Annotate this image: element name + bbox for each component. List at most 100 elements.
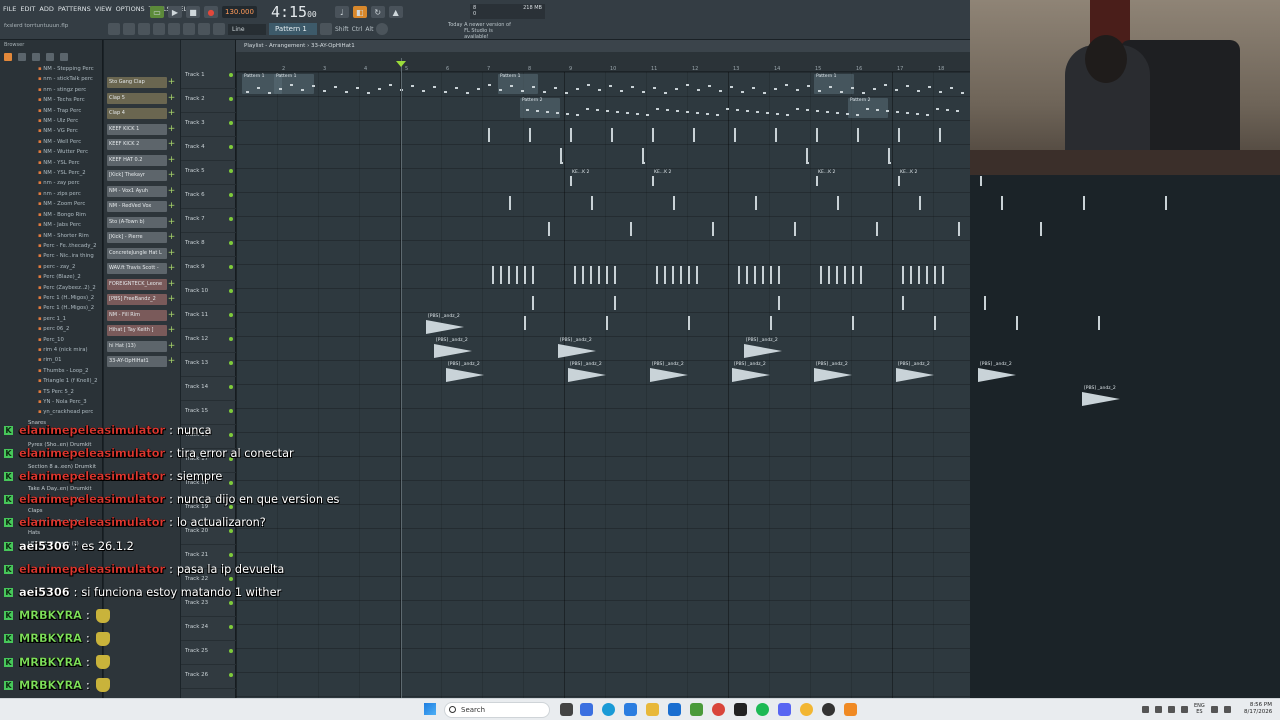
browser-file-item[interactable]: nm - zips perc: [38, 189, 102, 199]
browser-file-item[interactable]: Perc - Nic..ira thing: [38, 251, 102, 261]
track-header[interactable]: Track 9: [181, 257, 236, 281]
browser-file-item[interactable]: YN - Nola Perc_3: [38, 397, 102, 407]
browser-file-item[interactable]: nm - zay perc: [38, 178, 102, 188]
channel-name[interactable]: hi Hat (13): [107, 340, 167, 352]
playlist-clip[interactable]: KE...K 2: [652, 170, 674, 190]
browser-file-item[interactable]: Perc (Zaybeez..2)_2: [38, 283, 102, 293]
track-mute-icon[interactable]: [229, 289, 233, 293]
update-notice[interactable]: Today A newer version of FL Studio is av…: [448, 22, 516, 40]
channel-row[interactable]: [PBS] FreeBandz_2 +: [107, 294, 177, 305]
playlist-clip[interactable]: KE...K 2: [898, 170, 920, 190]
mic-icon[interactable]: [1168, 705, 1175, 713]
browser-file-item[interactable]: NM - Shorter Rim: [38, 231, 102, 241]
browser-file-item[interactable]: perc 1_1: [38, 314, 102, 324]
browser-file-item[interactable]: Thumbs - Loop_2: [38, 366, 102, 376]
capcut-icon[interactable]: [734, 703, 747, 716]
shift-key[interactable]: Shift: [335, 26, 349, 33]
channel-name[interactable]: 33-AY-OpHiHat1: [107, 356, 167, 367]
channel-add-icon[interactable]: +: [167, 294, 176, 305]
channel-row[interactable]: ConcreteJungle Hat L +: [107, 247, 177, 259]
track-header[interactable]: Track 1: [181, 65, 236, 89]
alt-key[interactable]: Alt: [365, 26, 373, 33]
browser-icon[interactable]: [108, 23, 120, 35]
loop-record-icon[interactable]: ↻: [370, 6, 385, 18]
pattern-select[interactable]: Pattern 1: [269, 23, 317, 35]
channel-row[interactable]: KEEF HAT 0.2 +: [107, 154, 177, 166]
metronome-icon[interactable]: ♩: [334, 6, 349, 18]
channel-row[interactable]: Clap 4 +: [107, 108, 177, 119]
channel-add-icon[interactable]: +: [167, 170, 176, 181]
back-icon[interactable]: [32, 53, 40, 61]
browser-file-item[interactable]: NM - Bongo Rim: [38, 210, 102, 220]
channel-row[interactable]: hi Hat (13) +: [107, 340, 177, 352]
track-mute-icon[interactable]: [229, 145, 233, 149]
track-mute-icon[interactable]: [229, 193, 233, 197]
browser-file-item[interactable]: NM - Techs Perc: [38, 95, 102, 105]
taskbar-clock[interactable]: 8:56 PM 8/17/2026: [1244, 702, 1272, 716]
menu-item-patterns[interactable]: PATTERNS: [58, 5, 91, 13]
channel-name[interactable]: FOREIGNTECK_Leone: [107, 278, 167, 290]
browser-file-item[interactable]: perc 06_2: [38, 324, 102, 334]
track-mute-icon[interactable]: [229, 169, 233, 173]
channel-row[interactable]: KEEF KICK 2 +: [107, 139, 177, 150]
channel-add-icon[interactable]: +: [167, 325, 176, 336]
pattern-song-toggle[interactable]: ▭: [150, 6, 164, 18]
fl-studio-icon[interactable]: [844, 703, 857, 716]
channel-row[interactable]: Sto Gang Clap +: [107, 77, 177, 88]
browser-file-item[interactable]: NM - Trap Perc: [38, 106, 102, 116]
online-news-icon[interactable]: [376, 23, 389, 35]
channel-name[interactable]: [Kick] Thekayr: [107, 170, 167, 181]
stop-button[interactable]: ■: [186, 6, 200, 18]
star-icon[interactable]: [60, 53, 68, 61]
channel-name[interactable]: KEEF KICK 1: [107, 123, 167, 135]
channel-row[interactable]: FOREIGNTECK_Leone +: [107, 278, 177, 290]
playlist-clip[interactable]: Pattern 1: [274, 74, 314, 94]
channel-add-icon[interactable]: +: [167, 124, 176, 135]
channel-name[interactable]: [PBS] FreeBandz_2: [107, 294, 167, 305]
channel-row[interactable]: WAV.ft Travis Scott - +: [107, 263, 177, 274]
headset-icon[interactable]: [1181, 705, 1188, 713]
language-indicator[interactable]: ENG ES: [1194, 703, 1205, 715]
browser-file-item[interactable]: NM - Jabs Perc: [38, 220, 102, 230]
store-icon[interactable]: [624, 703, 637, 716]
channel-add-icon[interactable]: +: [167, 263, 176, 274]
channel-name[interactable]: Hihat [ Tay Keith ]: [107, 325, 167, 336]
channel-name[interactable]: Sto (A-Town b): [107, 216, 167, 228]
channel-row[interactable]: Sto (A-Town b) +: [107, 216, 177, 228]
track-header[interactable]: Track 12: [181, 329, 236, 353]
track-mute-icon[interactable]: [229, 97, 233, 101]
collapse-icon[interactable]: [18, 53, 26, 61]
channel-row[interactable]: NM - Fill Rim +: [107, 309, 177, 321]
browser-file-item[interactable]: NM - VG Perc: [38, 126, 102, 136]
track-mute-icon[interactable]: [229, 385, 233, 389]
mail-icon[interactable]: [668, 703, 681, 716]
step-icon[interactable]: [213, 23, 225, 35]
browser-file-item[interactable]: TS Perc 5_2: [38, 387, 102, 397]
channel-add-icon[interactable]: +: [167, 108, 176, 119]
channel-add-icon[interactable]: +: [167, 93, 176, 104]
track-mute-icon[interactable]: [229, 73, 233, 77]
track-mute-icon[interactable]: [229, 361, 233, 365]
channel-add-icon[interactable]: +: [167, 155, 176, 166]
ctrl-key[interactable]: Ctrl: [352, 26, 363, 33]
track-mute-icon[interactable]: [229, 265, 233, 269]
channel-row[interactable]: NM - RedVed Vox +: [107, 201, 177, 212]
playlist-clip[interactable]: Pattern 1: [498, 74, 538, 94]
step-edit-icon[interactable]: ▲: [388, 6, 403, 18]
channel-rack-icon[interactable]: [138, 23, 150, 35]
playlist-clip[interactable]: Pattern 2: [520, 98, 560, 118]
channel-add-icon[interactable]: +: [167, 310, 176, 321]
edge-icon[interactable]: [602, 703, 615, 716]
obs-icon[interactable]: [822, 703, 835, 716]
browser-file-item[interactable]: Perc_10: [38, 335, 102, 345]
track-header[interactable]: Track 6: [181, 185, 236, 209]
explorer-icon[interactable]: [646, 703, 659, 716]
track-header[interactable]: Track 5: [181, 161, 236, 185]
copilot-icon[interactable]: [580, 703, 593, 716]
timeline-ruler[interactable]: 2 3 4 5 6 7 8 9 10 11 12 13 14 15 16 17 18: [236, 52, 970, 72]
channel-name[interactable]: ConcreteJungle Hat L: [107, 247, 167, 259]
channel-name[interactable]: KEEF HAT 0.2: [107, 154, 167, 166]
browser-file-item[interactable]: rim_01: [38, 355, 102, 365]
browser-file-item[interactable]: NM - Ulz Perc: [38, 116, 102, 126]
browser-file-item[interactable]: Perc 1 (H..Migos)_2: [38, 303, 102, 313]
